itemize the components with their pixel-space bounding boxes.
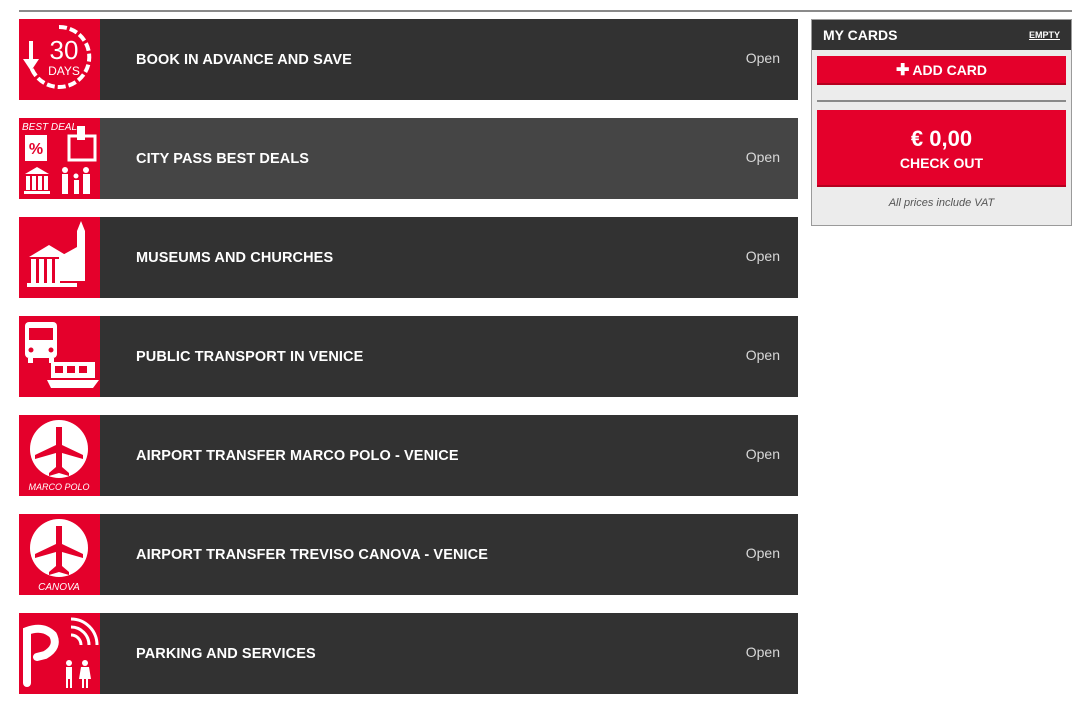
- category-city-pass[interactable]: BEST DEAL % CITY PASS BEST DEALS Open: [19, 118, 798, 199]
- add-card-label: ADD CARD: [912, 61, 988, 78]
- category-title: AIRPORT TRANSFER TREVISO CANOVA - VENICE: [136, 546, 489, 563]
- category-airport-marco-polo[interactable]: MARCO POLO AIRPORT TRANSFER MARCO POLO -…: [19, 415, 798, 496]
- open-link[interactable]: Open: [746, 149, 780, 165]
- category-list: 30 DAYS BOOK IN ADVANCE AND SAVE Open BE…: [19, 19, 798, 712]
- open-link[interactable]: Open: [746, 446, 780, 462]
- category-book-in-advance[interactable]: 30 DAYS BOOK IN ADVANCE AND SAVE Open: [19, 19, 798, 100]
- open-link[interactable]: Open: [746, 644, 780, 660]
- calendar-30-days-icon: 30 DAYS: [19, 19, 100, 100]
- airplane-canova-icon: CANOVA: [19, 514, 100, 595]
- category-airport-canova[interactable]: CANOVA AIRPORT TRANSFER TREVISO CANOVA -…: [19, 514, 798, 595]
- cart-total: € 0,00: [910, 126, 973, 151]
- plus-icon: ✚: [895, 61, 910, 79]
- category-title: MUSEUMS AND CHURCHES: [136, 249, 334, 266]
- svg-text:MARCO POLO: MARCO POLO: [28, 482, 89, 492]
- open-link[interactable]: Open: [746, 248, 780, 264]
- category-title: AIRPORT TRANSFER MARCO POLO - VENICE: [136, 447, 459, 464]
- category-title: PARKING AND SERVICES: [136, 645, 316, 662]
- best-deal-icon: BEST DEAL %: [19, 118, 100, 199]
- open-link[interactable]: Open: [746, 545, 780, 561]
- category-title: PUBLIC TRANSPORT IN VENICE: [136, 348, 364, 365]
- empty-cart-link[interactable]: EMPTY: [1029, 30, 1060, 40]
- svg-text:30: 30: [50, 35, 79, 65]
- checkout-label: CHECK OUT: [899, 155, 984, 171]
- cart-header: MY CARDS EMPTY: [812, 20, 1071, 50]
- svg-text:BEST DEAL: BEST DEAL: [22, 122, 77, 133]
- parking-wifi-icon: [19, 613, 100, 694]
- checkout-button[interactable]: € 0,00 CHECK OUT: [817, 110, 1066, 187]
- my-cards-panel: MY CARDS EMPTY ✚ ADD CARD € 0,00 CHECK O…: [811, 19, 1072, 226]
- airplane-marco-polo-icon: MARCO POLO: [19, 415, 100, 496]
- add-card-button[interactable]: ✚ ADD CARD: [817, 56, 1066, 85]
- svg-text:%: %: [29, 141, 43, 158]
- category-title: BOOK IN ADVANCE AND SAVE: [136, 51, 352, 68]
- svg-text:CANOVA: CANOVA: [38, 582, 80, 593]
- cart-divider: [817, 100, 1066, 102]
- open-link[interactable]: Open: [746, 50, 780, 66]
- open-link[interactable]: Open: [746, 347, 780, 363]
- category-parking-services[interactable]: PARKING AND SERVICES Open: [19, 613, 798, 694]
- category-museums-churches[interactable]: MUSEUMS AND CHURCHES Open: [19, 217, 798, 298]
- museum-church-icon: [19, 217, 100, 298]
- svg-text:DAYS: DAYS: [48, 64, 80, 78]
- category-title: CITY PASS BEST DEALS: [136, 150, 310, 167]
- cart-title: MY CARDS: [823, 27, 898, 43]
- top-divider: [19, 10, 1072, 12]
- bus-boat-icon: [19, 316, 100, 397]
- vat-note: All prices include VAT: [888, 197, 995, 209]
- category-public-transport[interactable]: PUBLIC TRANSPORT IN VENICE Open: [19, 316, 798, 397]
